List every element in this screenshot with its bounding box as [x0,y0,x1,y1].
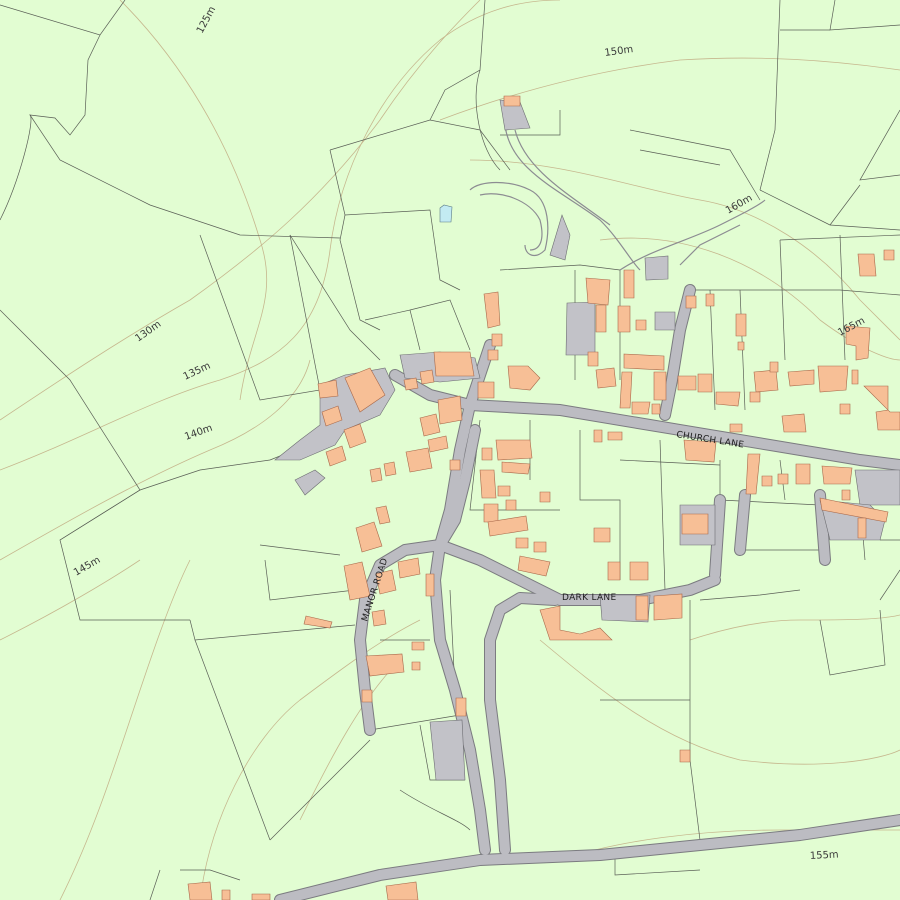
map-canvas[interactable]: CHURCH LANE DARK LANE MANOR ROAD 125m 13… [0,0,900,900]
pond [439,204,453,223]
road-label-dark-lane: DARK LANE [562,593,616,603]
water-features [439,204,453,223]
contour-label-155m: 155m [810,850,839,862]
map-svg: CHURCH LANE DARK LANE MANOR ROAD 125m 13… [0,0,900,900]
